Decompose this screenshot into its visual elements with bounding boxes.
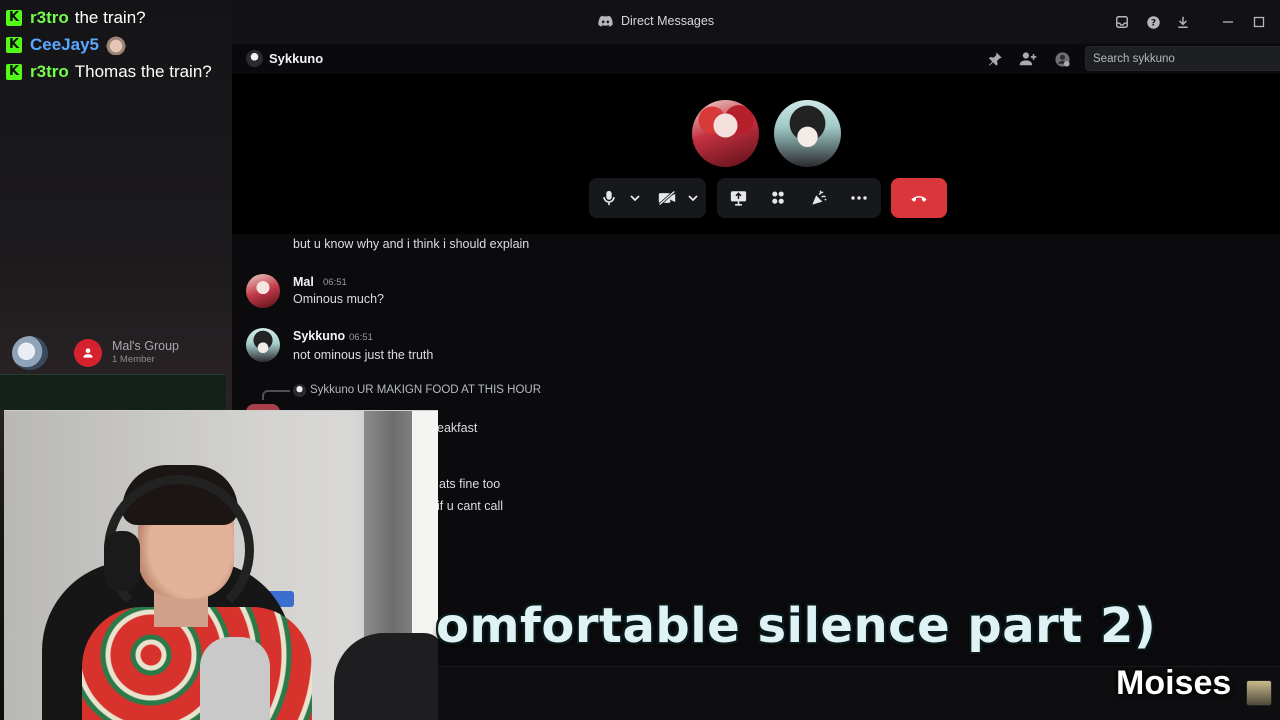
screen-share-icon[interactable] [725, 178, 751, 218]
call-controls-audio-video [589, 178, 706, 218]
group-call-tray[interactable]: Mal's Group 1 Member [0, 332, 228, 374]
reply-avatar [293, 384, 306, 397]
search-bar[interactable] [1085, 46, 1280, 71]
kick-badge-icon: K [6, 63, 22, 80]
window-titlebar: Direct Messages ? [232, 0, 1280, 44]
tray-avatar[interactable] [12, 336, 48, 370]
reply-connector [262, 390, 290, 400]
dm-header: Sykkuno [232, 44, 1280, 74]
message-text: if u cant call [437, 499, 504, 513]
profile-icon[interactable] [1053, 50, 1071, 68]
cat-emote-icon [105, 34, 128, 55]
more-icon[interactable] [845, 178, 873, 218]
call-controls-actions [717, 178, 881, 218]
group-icon [74, 339, 102, 367]
avatar[interactable] [246, 50, 263, 67]
selected-channel-highlight [0, 374, 226, 410]
avatar[interactable] [246, 274, 280, 308]
stream-frame: K r3tro the train? K CeeJay5 K r3tro Tho… [0, 0, 1280, 720]
search-input[interactable] [1086, 47, 1280, 71]
message-text: not ominous just the truth [293, 348, 434, 362]
end-call-icon [911, 196, 927, 202]
video-caption: omfortable silence part 2) [436, 598, 1157, 654]
dm-recipient-name[interactable]: Sykkuno [269, 51, 323, 66]
webcam-arm [334, 633, 438, 720]
webcam-feed [4, 410, 438, 720]
message-author[interactable]: Mal [293, 275, 314, 289]
reply-preview-text[interactable]: UR MAKIGN FOOD AT THIS HOUR [357, 384, 541, 396]
svg-text:?: ? [1150, 18, 1155, 28]
message-text: eakfast [437, 421, 478, 435]
discord-icon [598, 15, 613, 27]
headset-earcup [104, 531, 140, 591]
group-name: Mal's Group [112, 339, 179, 353]
watermark-avatar [1246, 680, 1272, 706]
inbox-icon[interactable] [1114, 14, 1130, 30]
kick-badge-icon: K [6, 9, 22, 26]
help-icon[interactable]: ? [1145, 14, 1161, 30]
camera-off-icon[interactable] [653, 178, 681, 218]
chat-username: r3tro [30, 7, 69, 27]
message-text: ats fine too [439, 477, 501, 491]
window-title-text: Direct Messages [621, 14, 715, 28]
add-friend-icon[interactable] [1019, 50, 1037, 68]
minimize-icon[interactable] [1220, 14, 1236, 30]
message-author[interactable]: Sykkuno [293, 329, 345, 343]
maximize-icon[interactable] [1251, 14, 1267, 30]
window-title: Direct Messages [598, 14, 714, 28]
chat-message: K r3tro Thomas the train? [6, 58, 228, 85]
chevron-down-icon[interactable] [625, 178, 645, 218]
activity-icon[interactable] [765, 178, 791, 218]
chat-username: CeeJay5 [30, 34, 100, 54]
channel-watermark: Moises [1116, 664, 1232, 702]
voice-call-panel [232, 74, 1280, 234]
stream-chat-overlay: K r3tro the train? K CeeJay5 K r3tro Tho… [6, 4, 228, 85]
group-member-count: 1 Member [112, 354, 155, 365]
chat-text: Thomas the train? [74, 61, 212, 81]
webcam-tank-top [200, 637, 270, 720]
chat-username: r3tro [30, 61, 69, 81]
pin-icon[interactable] [986, 50, 1004, 68]
soundboard-icon[interactable] [805, 178, 831, 218]
call-participant-avatar[interactable] [774, 100, 841, 167]
chat-message: K CeeJay5 [6, 31, 228, 58]
chevron-down-icon[interactable] [683, 178, 703, 218]
avatar[interactable] [246, 328, 280, 362]
end-call-button[interactable] [891, 178, 947, 218]
kick-badge-icon: K [6, 36, 22, 53]
chat-message: K r3tro the train? [6, 4, 228, 31]
message-timestamp: 06:51 [323, 277, 347, 288]
reply-author[interactable]: Sykkuno [310, 384, 354, 396]
chat-text: the train? [74, 7, 146, 27]
microphone-icon[interactable] [597, 178, 621, 218]
download-icon[interactable] [1175, 14, 1191, 30]
call-participant-avatar[interactable] [692, 100, 759, 167]
message-text: Ominous much? [293, 292, 385, 306]
message-timestamp: 06:51 [349, 332, 373, 343]
message-text: but u know why and i think i should expl… [293, 237, 530, 251]
